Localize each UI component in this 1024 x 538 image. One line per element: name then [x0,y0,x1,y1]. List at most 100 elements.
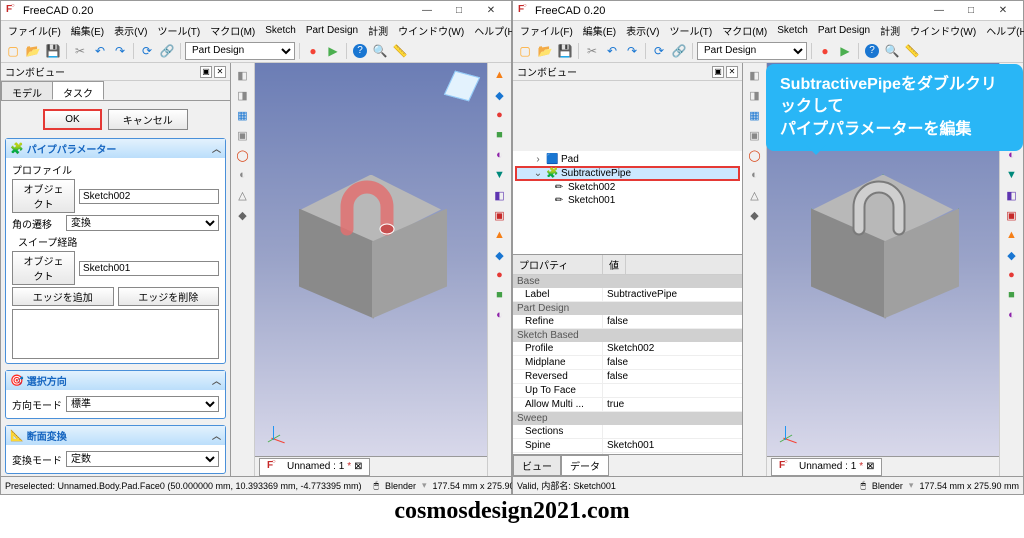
cut-icon[interactable] [583,42,601,60]
undock-icon[interactable]: ▣ [712,66,724,78]
macro-stop-icon[interactable] [304,42,322,60]
menu-tools[interactable]: ツール(T) [664,23,717,38]
macro-stop-icon[interactable] [816,42,834,60]
viewport-tab[interactable]: Unnamed : 1 * ⊠ [771,458,882,476]
menu-file[interactable]: ファイル(F) [515,23,578,38]
tool-icon[interactable] [234,126,252,144]
tab-model[interactable]: モデル [1,81,53,100]
tool-icon[interactable] [234,106,252,124]
tool-icon[interactable] [491,286,509,304]
tab-view[interactable]: ビュー [513,455,561,476]
tool-icon[interactable] [234,186,252,204]
close-panel-icon[interactable]: ✕ [726,66,738,78]
workbench-selector[interactable]: Part Design [185,42,295,60]
link-icon[interactable] [158,42,176,60]
remove-edge-button[interactable]: エッジを削除 [118,287,220,306]
close-tab-icon[interactable]: ⊠ [866,461,874,472]
orient-mode-select[interactable]: 標準 [66,396,219,412]
menu-partdesign[interactable]: Part Design [301,25,363,36]
minimize-button[interactable]: — [411,2,443,20]
edge-list[interactable] [12,309,219,359]
tool-icon[interactable] [234,146,252,164]
menu-edit[interactable]: 編集(E) [66,23,109,38]
menu-measure[interactable]: 計測 [875,23,905,38]
tool-icon[interactable] [1003,206,1021,224]
new-icon[interactable] [516,42,534,60]
menu-macro[interactable]: マクロ(M) [717,23,772,38]
tool-icon[interactable] [746,126,764,144]
tool-icon[interactable] [746,206,764,224]
prop-row[interactable]: Up To Face [513,384,742,398]
tool-icon[interactable] [1003,166,1021,184]
nav-style[interactable]: Blender [872,481,903,491]
tool-icon[interactable] [491,146,509,164]
tool-icon[interactable] [746,106,764,124]
refresh-icon[interactable] [650,42,668,60]
save-icon[interactable] [556,42,574,60]
tool-icon[interactable] [1003,286,1021,304]
transform-mode-select[interactable]: 定数 [66,451,219,467]
redo-icon[interactable] [623,42,641,60]
menu-macro[interactable]: マクロ(M) [205,23,260,38]
menu-edit[interactable]: 編集(E) [578,23,621,38]
menu-measure[interactable]: 計測 [363,23,393,38]
tool-icon[interactable] [491,266,509,284]
maximize-button[interactable]: □ [955,2,987,20]
menu-view[interactable]: 表示(V) [109,23,152,38]
undo-icon[interactable] [91,42,109,60]
collapse-icon[interactable]: ⌄ [533,168,543,179]
tab-task[interactable]: タスク [52,81,104,100]
menu-file[interactable]: ファイル(F) [3,23,66,38]
tab-data[interactable]: データ [561,455,609,476]
prop-row[interactable]: SpineSketch001 [513,439,742,453]
prop-row[interactable]: Allow Multi ...true [513,398,742,412]
open-icon[interactable] [536,42,554,60]
add-edge-button[interactable]: エッジを追加 [12,287,114,306]
open-icon[interactable] [24,42,42,60]
tree-item-subtractivepipe[interactable]: ⌄ 🧩 SubtractivePipe [515,166,740,181]
close-panel-icon[interactable]: ✕ [214,66,226,78]
menu-window[interactable]: ウインドウ(W) [905,23,981,38]
search-icon[interactable] [371,42,389,60]
tool-icon[interactable] [1003,226,1021,244]
viewport-tab[interactable]: Unnamed : 1 * ⊠ [259,458,370,476]
macro-play-icon[interactable] [324,42,342,60]
menu-view[interactable]: 表示(V) [621,23,664,38]
tool-icon[interactable] [746,86,764,104]
cancel-button[interactable]: キャンセル [108,109,188,130]
menu-sketch[interactable]: Sketch [260,25,301,36]
prop-row[interactable]: Refinefalse [513,315,742,329]
prop-row[interactable]: Midplanefalse [513,356,742,370]
refresh-icon[interactable] [138,42,156,60]
tool-icon[interactable] [1003,266,1021,284]
close-button[interactable]: ✕ [475,2,507,20]
tool-icon[interactable] [234,66,252,84]
profile-input[interactable] [79,189,219,204]
menu-help[interactable]: ヘルプ(H) [981,23,1024,38]
workbench-selector[interactable]: Part Design [697,42,807,60]
measure-icon[interactable] [903,42,921,60]
tool-icon[interactable] [234,86,252,104]
tool-icon[interactable] [1003,246,1021,264]
undo-icon[interactable] [603,42,621,60]
tool-icon[interactable] [1003,306,1021,324]
tool-icon[interactable] [491,126,509,144]
new-icon[interactable] [4,42,22,60]
nav-cube[interactable] [445,69,481,105]
tool-icon[interactable] [234,206,252,224]
prop-row[interactable]: LabelSubtractivePipe [513,288,742,302]
tool-icon[interactable] [234,166,252,184]
prop-row[interactable]: ProfileSketch002 [513,342,742,356]
measure-icon[interactable] [391,42,409,60]
tool-icon[interactable] [746,146,764,164]
close-button[interactable]: ✕ [987,2,1019,20]
profile-object-button[interactable]: オブジェクト [12,179,75,213]
tool-icon[interactable] [746,186,764,204]
search-icon[interactable] [883,42,901,60]
minimize-button[interactable]: — [923,2,955,20]
tree-item-pad[interactable]: › 🟦 Pad [515,153,740,166]
nav-style[interactable]: Blender [385,481,416,491]
tool-icon[interactable] [491,306,509,324]
tool-icon[interactable] [746,166,764,184]
cut-icon[interactable] [71,42,89,60]
